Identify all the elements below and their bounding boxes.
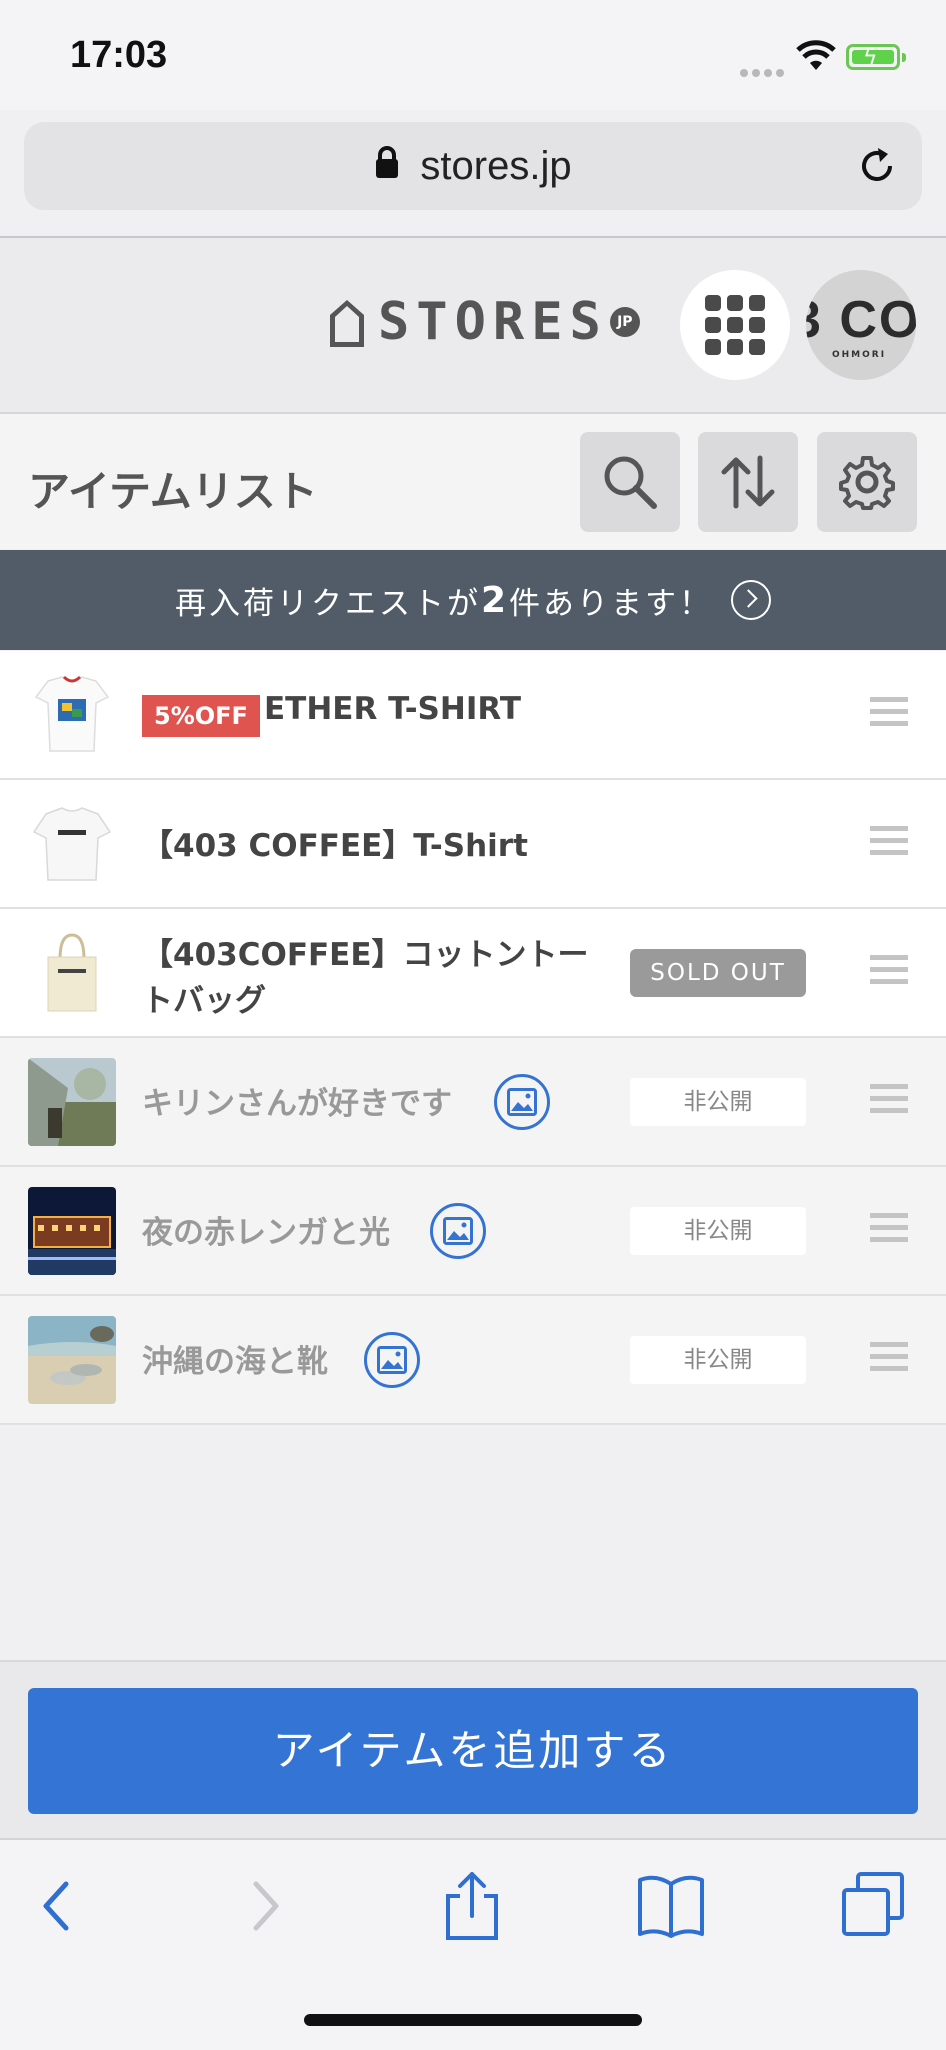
status-time: 17:03	[70, 34, 168, 76]
search-icon	[604, 456, 657, 509]
shop-avatar[interactable]: 3 COFF OHMORI	[806, 270, 916, 380]
sort-arrows-icon	[721, 455, 775, 509]
banner-count: 2	[480, 579, 510, 621]
search-button[interactable]	[580, 432, 680, 532]
shop-avatar-subtext: OHMORI	[832, 350, 887, 360]
address-bar[interactable]: stores.jp	[24, 122, 922, 210]
back-icon[interactable]	[36, 1870, 76, 1944]
cellular-signal-icon	[740, 62, 788, 81]
home-indicator	[304, 2014, 642, 2026]
item-thumbnail	[28, 1316, 116, 1404]
settings-button[interactable]	[817, 432, 917, 532]
banner-text-before: 再入荷リクエストが	[174, 585, 481, 622]
private-status-badge: 非公開	[630, 1078, 806, 1126]
image-icon[interactable]	[364, 1332, 420, 1388]
banner-text-after: 件あります！	[509, 585, 714, 622]
item-name-line1: 【403COFFEE】コットントー	[142, 937, 589, 973]
wifi-icon	[796, 40, 836, 76]
tabs-icon[interactable]	[838, 1870, 908, 1944]
item-name: ETHER T-SHIRT	[264, 691, 521, 727]
bookmarks-icon[interactable]	[636, 1870, 706, 1944]
item-thumbnail	[28, 1187, 116, 1275]
page-title: アイテムリスト	[28, 467, 318, 516]
stores-logo[interactable]: STORES JP	[326, 292, 640, 352]
image-icon[interactable]	[430, 1203, 486, 1259]
drag-handle-icon[interactable]	[870, 826, 908, 862]
apps-grid-button[interactable]	[680, 270, 790, 380]
forward-icon[interactable]	[246, 1870, 286, 1944]
logo-text: STORES	[378, 292, 608, 352]
item-name-line2: トバッグ	[142, 983, 266, 1019]
item-row[interactable]: 夜の赤レンガと光 非公開	[0, 1167, 946, 1296]
image-icon[interactable]	[494, 1074, 550, 1130]
house-icon	[330, 300, 364, 347]
reload-icon[interactable]	[856, 144, 900, 192]
url-text: stores.jp	[420, 143, 572, 188]
restock-request-banner[interactable]: 再入荷リクエストが 2 件あります！	[0, 550, 946, 650]
item-row[interactable]: キリンさんが好きです 非公開	[0, 1038, 946, 1167]
battery-icon: ϟ	[846, 44, 906, 70]
share-icon[interactable]	[440, 1870, 504, 1944]
discount-badge: 5%OFF	[142, 695, 260, 737]
chevron-right-icon	[731, 580, 772, 620]
item-row[interactable]: 【403 COFFEE】T-Shirt	[0, 780, 946, 909]
logo-badge: JP	[609, 307, 640, 337]
drag-handle-icon[interactable]	[870, 1213, 908, 1249]
private-status-badge: 非公開	[630, 1207, 806, 1255]
item-row[interactable]: 【403COFFEE】コットントー トバッグ SOLD OUT	[0, 909, 946, 1038]
item-thumbnail	[28, 800, 116, 888]
drag-handle-icon[interactable]	[870, 1084, 908, 1120]
sort-button[interactable]	[698, 432, 798, 532]
url-display[interactable]: stores.jp	[24, 122, 922, 210]
item-thumbnail	[28, 929, 116, 1017]
gear-icon	[839, 456, 895, 510]
grid-icon	[705, 295, 765, 355]
item-thumbnail	[28, 671, 116, 759]
drag-handle-icon[interactable]	[870, 697, 908, 733]
private-status-badge: 非公開	[630, 1336, 806, 1384]
shop-avatar-text: 3 COFF	[806, 291, 916, 349]
item-row[interactable]: 5%OFF ETHER T-SHIRT	[0, 651, 946, 780]
item-name: キリンさんが好きです	[142, 1086, 452, 1122]
drag-handle-icon[interactable]	[870, 1342, 908, 1378]
drag-handle-icon[interactable]	[870, 955, 908, 991]
item-name: 夜の赤レンガと光	[142, 1215, 390, 1251]
item-row[interactable]: 沖縄の海と靴 非公開	[0, 1296, 946, 1425]
item-name: 【403 COFFEE】T-Shirt	[142, 828, 528, 864]
item-name: 沖縄の海と靴	[142, 1344, 328, 1380]
item-thumbnail	[28, 1058, 116, 1146]
add-item-button[interactable]: アイテムを追加する	[28, 1688, 918, 1814]
lock-icon	[374, 144, 400, 189]
sold-out-badge: SOLD OUT	[630, 949, 806, 997]
